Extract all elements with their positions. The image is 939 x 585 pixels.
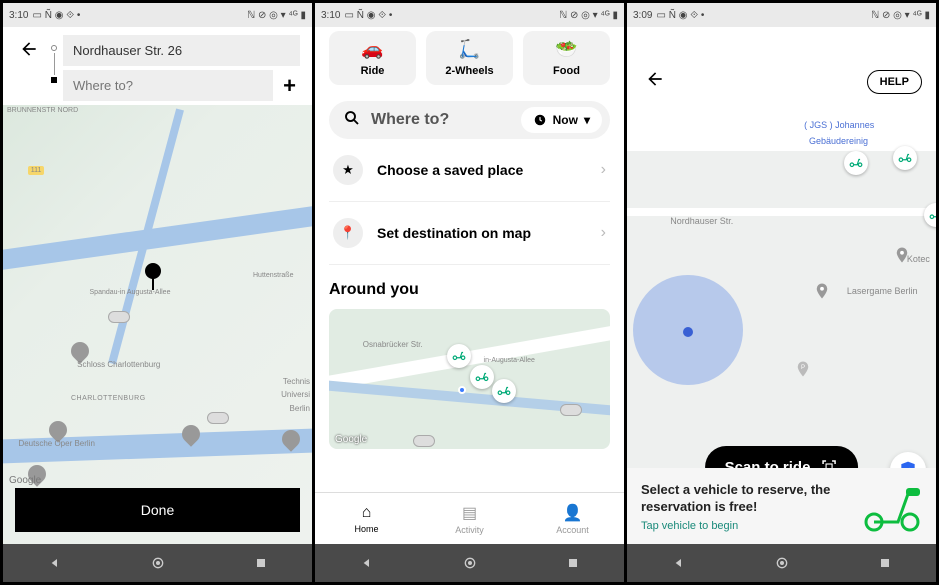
sheet-subtitle[interactable]: Tap vehicle to begin: [641, 520, 852, 532]
poi-pin: [282, 430, 300, 448]
phone-screen-1: 3:10▭ Ñ ◉ ⟐ • ℕ ⊘ ◎ ▾ ⁴ᴳ ▮ + BRUN: [3, 3, 312, 582]
route-line-graphic: [51, 35, 57, 101]
scooter-marker[interactable]: [492, 379, 516, 403]
around-you-map[interactable]: Osnabrücker Str. in-Augusta-Allee Google: [329, 309, 610, 449]
scooter-icon: 🛴: [430, 37, 509, 61]
map-label: Deutsche Oper Berlin: [18, 439, 94, 448]
car-icon: [560, 404, 582, 416]
svg-text:P: P: [801, 365, 805, 371]
scooter-marker[interactable]: [447, 344, 471, 368]
search-bar[interactable]: Where to? Now ▾: [329, 101, 610, 139]
nav-back-icon[interactable]: [671, 555, 687, 571]
chevron-down-icon: ▾: [584, 113, 590, 127]
highway-badge: 111: [28, 166, 45, 175]
search-icon: [343, 109, 361, 132]
car-icon: [207, 412, 229, 424]
map-view[interactable]: BRUNNENSTR NORD 111 Huttenstraße Spandau…: [3, 105, 312, 544]
poi-pin: [49, 421, 67, 439]
scooter-marker[interactable]: [844, 151, 868, 175]
nav-home-icon[interactable]: [462, 555, 478, 571]
car-icon: 🚗: [333, 37, 412, 61]
add-stop-button[interactable]: +: [279, 73, 300, 99]
scooter-marker[interactable]: [470, 365, 494, 389]
nav-home-icon[interactable]: [774, 555, 790, 571]
map-label: Technis: [283, 377, 310, 386]
scooter-marker[interactable]: [924, 203, 936, 227]
category-row: 🚗 Ride 🛴 2-Wheels 🥗 Food: [329, 31, 610, 85]
poi-label: ( JGS ) Johannes: [804, 120, 874, 130]
android-nav-bar: [315, 544, 624, 582]
nav-back-icon[interactable]: [359, 555, 375, 571]
chevron-right-icon: ›: [601, 161, 606, 179]
saved-place-option[interactable]: ★ Choose a saved place ›: [329, 139, 610, 202]
receipt-icon: ▤: [462, 503, 477, 523]
current-location-dot: [683, 327, 693, 337]
map-label: Huttenstraße: [253, 272, 293, 279]
nav-home-icon[interactable]: [150, 555, 166, 571]
map-label: Universi: [281, 390, 310, 399]
phone-screen-3: 3:09▭ Ñ ◉ ⟐ • ℕ ⊘ ◎ ▾ ⁴ᴳ ▮ HELP ( JGS ) …: [627, 3, 936, 582]
pin-icon: 📍: [333, 218, 363, 248]
scooter-marker[interactable]: [893, 146, 917, 170]
status-bar: 3:10▭ Ñ ◉ ⟐ • ℕ ⊘ ◎ ▾ ⁴ᴳ ▮: [315, 3, 624, 27]
destination-input[interactable]: [63, 70, 273, 101]
chevron-right-icon: ›: [601, 224, 606, 242]
schedule-button[interactable]: Now ▾: [521, 107, 602, 133]
route-header: +: [3, 27, 312, 105]
poi-label: Lasergame Berlin: [847, 286, 918, 296]
poi-label: Kotec: [907, 254, 930, 264]
bottom-sheet: Select a vehicle to reserve, the reserva…: [627, 468, 936, 544]
food-icon: 🥗: [527, 37, 606, 61]
car-icon: [413, 435, 435, 447]
star-icon: ★: [333, 155, 363, 185]
done-button[interactable]: Done: [15, 488, 300, 532]
nav-activity[interactable]: ▤ Activity: [418, 493, 521, 544]
map-label: Spandau-in Augusta-Allee: [90, 289, 171, 296]
nav-back-icon[interactable]: [47, 555, 63, 571]
set-on-map-option[interactable]: 📍 Set destination on map ›: [329, 202, 610, 265]
status-bar: 3:09▭ Ñ ◉ ⟐ • ℕ ⊘ ◎ ▾ ⁴ᴳ ▮: [627, 3, 936, 27]
parking-pin: P: [794, 358, 812, 380]
back-button[interactable]: [15, 35, 43, 68]
street-label: Nordhauser Str.: [670, 216, 733, 226]
map-label: BRUNNENSTR NORD: [7, 107, 78, 114]
bottom-nav: ⌂ Home ▤ Activity 👤 Account: [315, 492, 624, 544]
android-nav-bar: [3, 544, 312, 582]
lime-scooter-icon: [862, 482, 922, 532]
pickup-pin: [145, 263, 161, 279]
phone-screen-2: 3:10▭ Ñ ◉ ⟐ • ℕ ⊘ ◎ ▾ ⁴ᴳ ▮ 🚗 Ride 🛴 2-Wh…: [315, 3, 624, 582]
nav-account[interactable]: 👤 Account: [521, 493, 624, 544]
home-icon: ⌂: [362, 504, 372, 522]
help-button[interactable]: HELP: [867, 70, 922, 94]
nav-home[interactable]: ⌂ Home: [315, 493, 418, 544]
google-logo: Google: [335, 434, 367, 445]
category-ride[interactable]: 🚗 Ride: [329, 31, 416, 85]
map-label: Osnabrücker Str.: [363, 340, 423, 349]
map-label: CHARLOTTENBURG: [71, 395, 146, 402]
car-icon: [108, 311, 130, 323]
google-logo: Google: [9, 475, 41, 486]
clock-icon: [533, 113, 547, 127]
status-bar: 3:10▭ Ñ ◉ ⟐ • ℕ ⊘ ◎ ▾ ⁴ᴳ ▮: [3, 3, 312, 27]
sheet-title: Select a vehicle to reserve, the reserva…: [641, 482, 852, 516]
category-food[interactable]: 🥗 Food: [523, 31, 610, 85]
person-icon: 👤: [563, 503, 583, 523]
category-2wheels[interactable]: 🛴 2-Wheels: [426, 31, 513, 85]
poi-label: Gebäudereinig: [809, 136, 868, 146]
map-label: in-Augusta-Allee: [484, 357, 535, 364]
map-label: Schloss Charlottenburg: [77, 360, 160, 369]
pickup-input[interactable]: [63, 35, 300, 66]
map-label: Berlin: [290, 404, 310, 413]
back-button[interactable]: [641, 65, 669, 98]
around-you-title: Around you: [329, 281, 610, 299]
poi-pin: [182, 425, 200, 443]
nav-recent-icon[interactable]: [253, 555, 269, 571]
search-placeholder: Where to?: [371, 111, 521, 129]
android-nav-bar: [627, 544, 936, 582]
poi-pin: [813, 280, 831, 302]
nav-recent-icon[interactable]: [877, 555, 893, 571]
map-view[interactable]: HELP ( JGS ) Johannes Gebäudereinig Nord…: [627, 27, 936, 544]
poi-pin: [71, 342, 89, 360]
nav-recent-icon[interactable]: [565, 555, 581, 571]
